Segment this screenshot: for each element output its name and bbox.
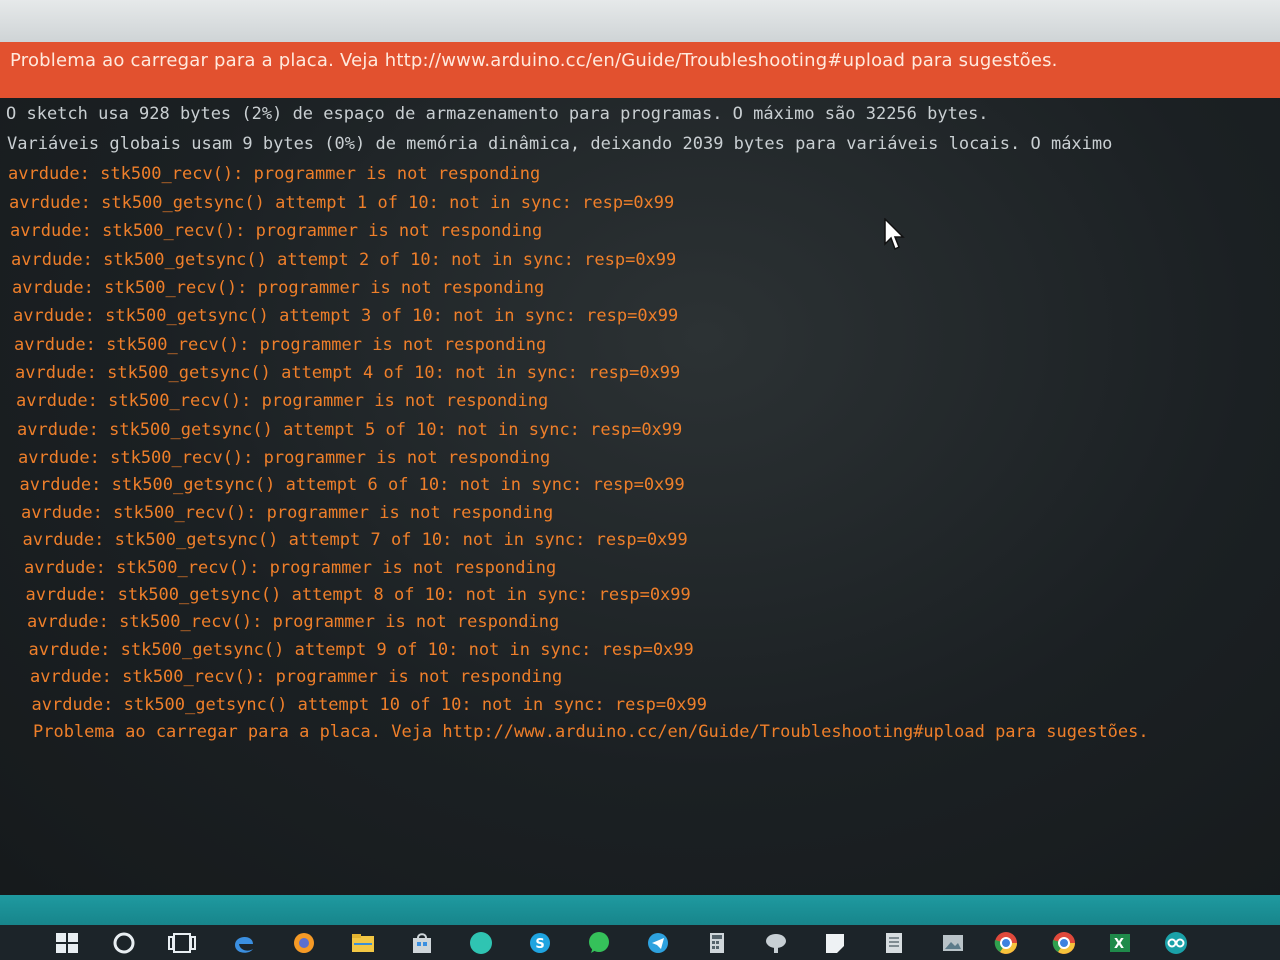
edge-browser-icon[interactable] [231, 931, 257, 955]
windows-taskbar: S X [0, 925, 1280, 960]
console-error-line: avrdude: stk500_getsync() attempt 9 of 1… [28, 639, 694, 660]
console-error-line: avrdude: stk500_getsync() attempt 3 of 1… [13, 306, 679, 327]
console-error-line: avrdude: stk500_getsync() attempt 4 of 1… [15, 363, 681, 383]
windows-start-icon[interactable] [54, 931, 80, 955]
console-error-line: avrdude: stk500_getsync() attempt 7 of 1… [22, 530, 688, 551]
console-error-line: avrdude: stk500_recv(): programmer is no… [14, 334, 547, 355]
console-error-line: Problema ao carregar para a placa. Veja … [33, 722, 1149, 742]
console-info-line: O sketch usa 928 bytes (2%) de espaço de… [6, 104, 989, 124]
console-error-line: avrdude: stk500_recv(): programmer is no… [24, 557, 557, 578]
console-error-line: avrdude: stk500_recv(): programmer is no… [30, 667, 563, 688]
console-error-line: avrdude: stk500_recv(): programmer is no… [10, 221, 543, 241]
console-error-line: avrdude: stk500_getsync() attempt 6 of 1… [19, 475, 685, 496]
chrome-alt-icon[interactable] [1051, 931, 1077, 955]
telegram-icon[interactable] [645, 931, 671, 955]
console-error-line: avrdude: stk500_getsync() attempt 8 of 1… [25, 585, 691, 605]
store-icon[interactable] [409, 931, 435, 955]
firefox-icon[interactable] [291, 931, 317, 955]
cortana-search-icon[interactable] [111, 931, 137, 955]
app-circle-icon[interactable] [468, 931, 494, 955]
whatsapp-icon[interactable] [586, 931, 612, 955]
console-error-line: avrdude: stk500_getsync() attempt 2 of 1… [11, 249, 677, 270]
sticky-notes-icon[interactable] [822, 931, 848, 955]
console-info-line: Variáveis globais usam 9 bytes (0%) de m… [7, 134, 1113, 154]
calculator-icon[interactable] [704, 931, 730, 955]
console-error-line: avrdude: stk500_recv(): programmer is no… [18, 448, 551, 468]
svg-text:S: S [535, 937, 544, 952]
task-view-icon[interactable] [167, 931, 196, 955]
console-error-line: avrdude: stk500_recv(): programmer is no… [21, 502, 554, 523]
console-error-line: avrdude: stk500_recv(): programmer is no… [12, 278, 545, 298]
console-error-line: avrdude: stk500_getsync() attempt 1 of 1… [9, 192, 675, 213]
excel-icon[interactable]: X [1107, 931, 1133, 955]
upload-error-banner: Problema ao carregar para a placa. Veja … [0, 42, 1280, 98]
console-output[interactable]: O sketch usa 928 bytes (2%) de espaço de… [0, 98, 1280, 895]
console-error-line: avrdude: stk500_getsync() attempt 10 of … [31, 694, 708, 715]
console-error-line: avrdude: stk500_recv(): programmer is no… [16, 391, 549, 412]
chrome-icon[interactable] [993, 931, 1019, 955]
window-top-strip [0, 0, 1280, 42]
photos-app-icon[interactable] [940, 931, 966, 955]
svg-text:X: X [1114, 937, 1124, 952]
network-app-icon[interactable] [763, 931, 789, 955]
console-error-line: avrdude: stk500_getsync() attempt 5 of 1… [17, 419, 683, 440]
console-error-line: avrdude: stk500_recv(): programmer is no… [8, 164, 541, 184]
arduino-ide-icon[interactable] [1163, 931, 1189, 955]
ide-status-strip [0, 895, 1280, 925]
file-explorer-icon[interactable] [350, 931, 376, 955]
document-app-icon[interactable] [881, 931, 907, 955]
console-lines: O sketch usa 928 bytes (2%) de espaço de… [0, 98, 1280, 895]
error-banner-message: Problema ao carregar para a placa. Veja … [10, 50, 1058, 71]
console-error-line: avrdude: stk500_recv(): programmer is no… [27, 612, 560, 633]
skype-icon[interactable]: S [527, 931, 553, 955]
